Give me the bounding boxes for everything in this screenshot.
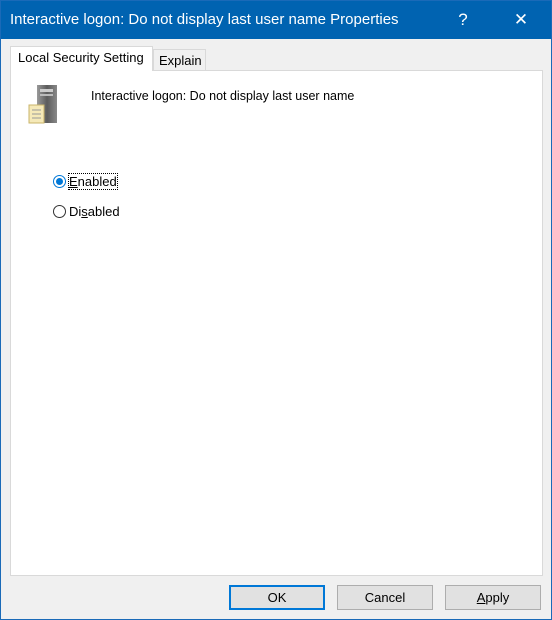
- radio-enabled[interactable]: Enabled: [53, 173, 118, 190]
- radio-label-disabled: Disabled: [69, 204, 120, 219]
- ok-button[interactable]: OK: [229, 585, 325, 610]
- radio-button[interactable]: [53, 205, 66, 218]
- cancel-button[interactable]: Cancel: [337, 585, 433, 610]
- window-title: Interactive logon: Do not display last u…: [10, 11, 399, 28]
- tab-local-security-setting[interactable]: Local Security Setting: [10, 46, 153, 71]
- radio-button-selected[interactable]: [53, 175, 66, 188]
- radio-label-enabled: Enabled: [68, 173, 118, 190]
- radio-disabled[interactable]: Disabled: [53, 204, 120, 219]
- server-policy-icon: [28, 85, 57, 124]
- properties-dialog: Interactive logon: Do not display last u…: [0, 0, 552, 620]
- help-button[interactable]: ?: [440, 1, 486, 39]
- title-bar: Interactive logon: Do not display last u…: [1, 1, 551, 39]
- tab-explain[interactable]: Explain: [153, 49, 206, 70]
- tab-panel: Interactive logon: Do not display last u…: [10, 70, 543, 576]
- policy-name: Interactive logon: Do not display last u…: [91, 89, 355, 103]
- apply-button[interactable]: Apply: [445, 585, 541, 610]
- close-button[interactable]: ✕: [498, 1, 544, 39]
